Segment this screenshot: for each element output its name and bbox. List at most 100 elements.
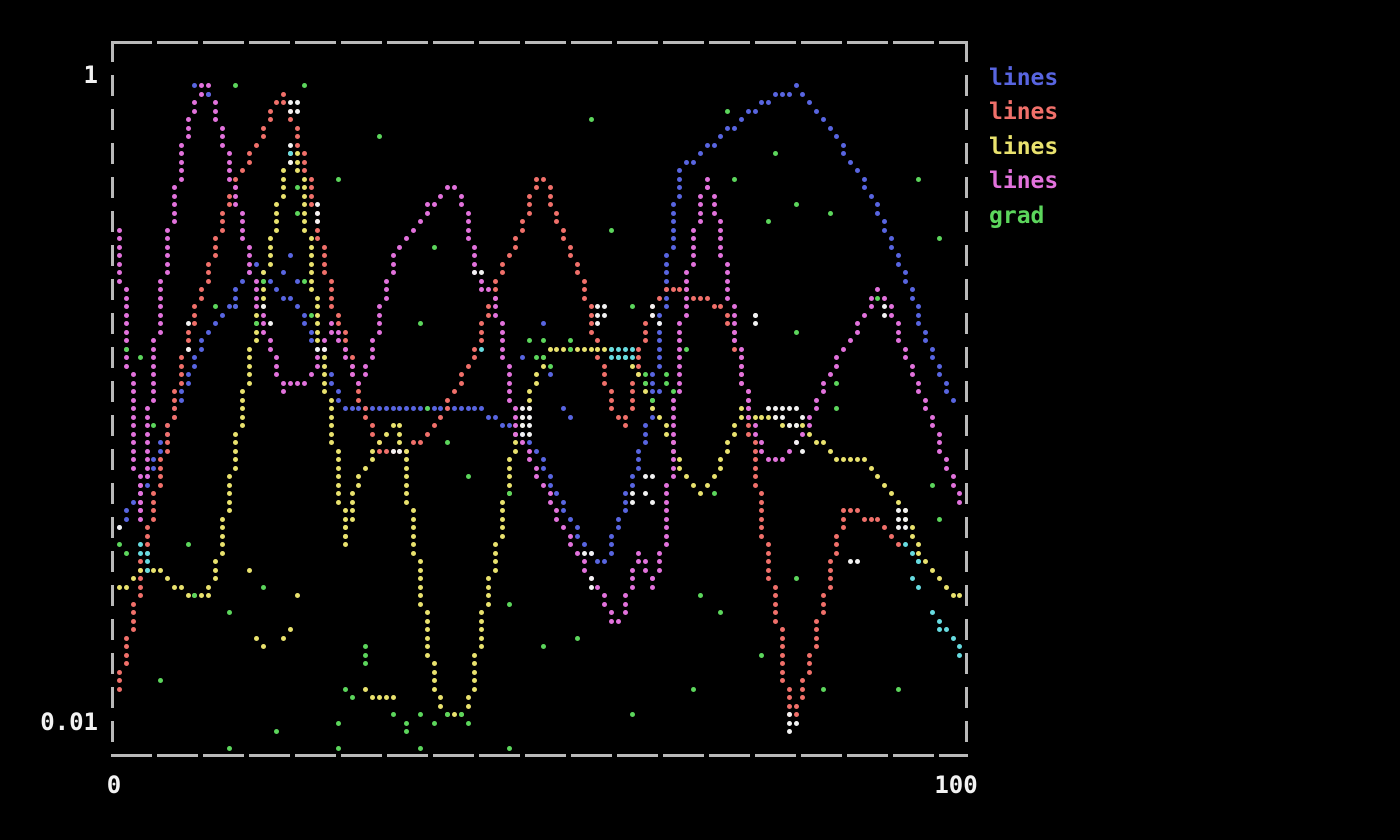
data-dot [807,423,812,428]
data-dot [944,627,949,632]
data-dot [732,313,737,318]
data-dot [841,517,846,522]
data-dot [370,432,375,437]
data-dot [739,406,744,411]
data-dot [875,287,880,292]
data-dot [739,117,744,122]
data-dot [951,483,956,488]
data-dot [466,236,471,241]
data-dot [705,296,710,301]
data-dot [227,168,232,173]
data-dot [322,347,327,352]
data-dot [507,253,512,258]
data-dot [841,151,846,156]
data-dot [179,177,184,182]
data-dot [664,287,669,292]
data-dot [582,542,587,547]
data-dot [213,117,218,122]
data-dot [520,228,525,233]
plot-border-right [965,41,968,757]
data-dot [500,534,505,539]
data-dot [213,568,218,573]
data-dot [937,449,942,454]
data-dot [937,236,942,241]
data-dot [151,457,156,462]
data-dot [336,398,341,403]
data-dot [548,483,553,488]
data-dot [315,202,320,207]
data-dot [643,432,648,437]
data-dot [186,330,191,335]
data-dot [459,381,464,386]
data-dot [664,253,669,258]
data-dot [370,347,375,352]
data-dot [384,695,389,700]
data-dot [479,406,484,411]
data-dot [158,678,163,683]
data-dot [486,415,491,420]
data-dot [691,483,696,488]
data-dot [343,508,348,513]
data-dot [261,126,266,131]
data-dot [254,338,259,343]
data-dot [671,474,676,479]
data-dot [541,457,546,462]
data-dot [616,619,621,624]
data-dot [309,287,314,292]
data-dot [233,457,238,462]
data-dot [233,432,238,437]
data-dot [329,279,334,284]
data-dot [937,576,942,581]
data-dot [664,525,669,530]
data-dot [329,440,334,445]
data-dot [295,160,300,165]
data-dot [623,347,628,352]
data-dot [158,296,163,301]
data-dot [834,134,839,139]
data-dot [664,500,669,505]
data-dot [589,313,594,318]
data-dot [957,500,962,505]
data-dot [384,449,389,454]
data-dot [575,636,580,641]
data-dot [240,219,245,224]
data-dot [206,262,211,267]
data-dot [124,313,129,318]
data-dot [227,202,232,207]
data-dot [281,92,286,97]
data-dot [753,432,758,437]
data-dot [643,381,648,386]
data-dot [309,279,314,284]
data-dot [240,279,245,284]
data-dot [903,517,908,522]
data-dot [309,185,314,190]
data-dot [554,347,559,352]
data-dot [302,185,307,190]
data-dot [896,517,901,522]
data-dot [500,423,505,428]
data-dot [541,466,546,471]
data-dot [664,296,669,301]
data-dot [438,406,443,411]
data-dot [145,423,150,428]
data-dot [554,219,559,224]
data-dot [145,534,150,539]
data-dot [288,117,293,122]
data-dot [418,585,423,590]
data-dot [630,585,635,590]
data-dot [295,211,300,216]
data-dot [172,219,177,224]
data-dot [930,347,935,352]
data-dot [459,712,464,717]
data-dot [684,313,689,318]
data-dot [664,381,669,386]
data-dot [336,457,341,462]
data-dot [589,576,594,581]
data-dot [343,542,348,547]
data-dot [179,151,184,156]
data-dot [213,576,218,581]
data-dot [869,466,874,471]
data-dot [425,653,430,658]
data-dot [916,177,921,182]
data-dot [910,534,915,539]
